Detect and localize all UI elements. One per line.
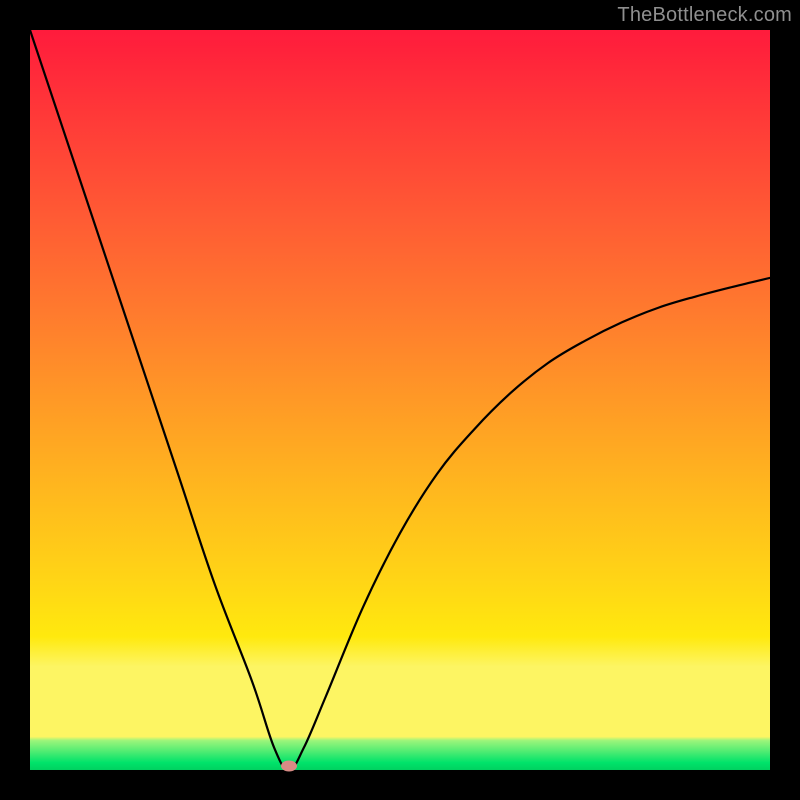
chart-frame: TheBottleneck.com — [0, 0, 800, 800]
watermark-text: TheBottleneck.com — [617, 4, 792, 27]
bottleneck-curve — [30, 30, 770, 770]
optimum-marker — [281, 761, 297, 772]
plot-area — [30, 30, 770, 770]
